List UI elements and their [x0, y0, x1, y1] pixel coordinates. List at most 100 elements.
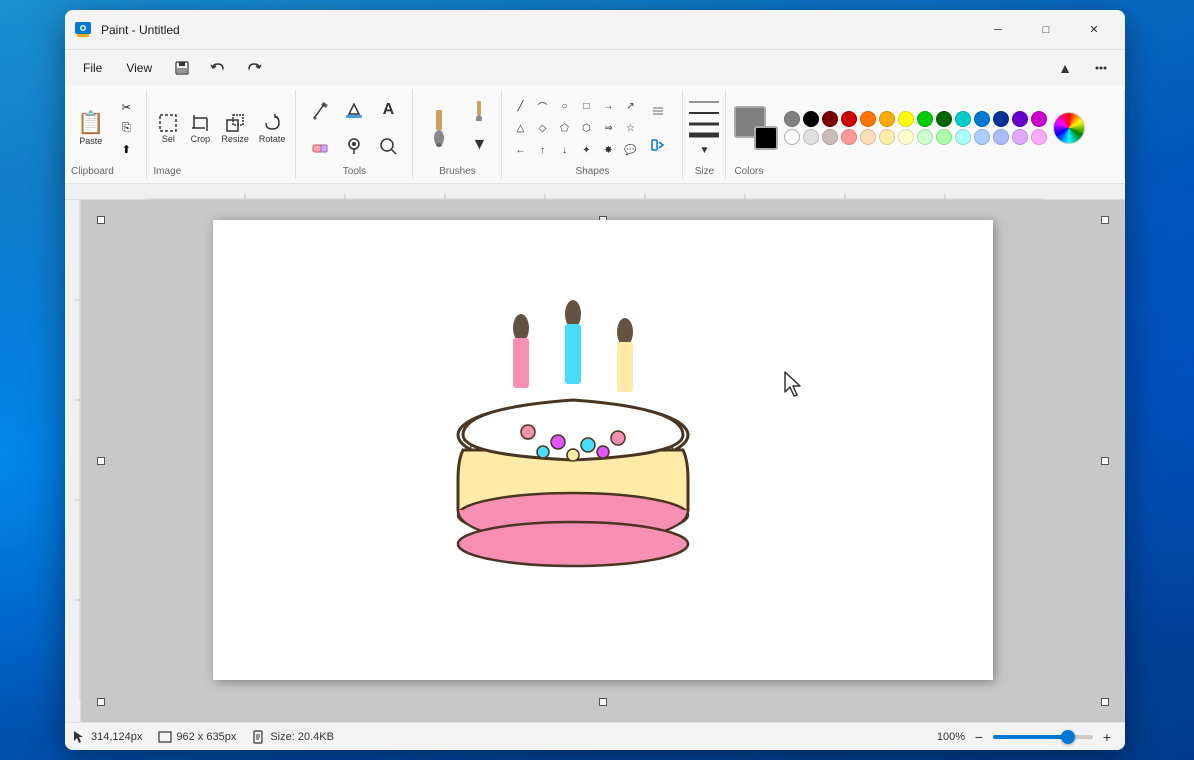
eraser-button[interactable]	[304, 130, 336, 162]
canvas-area[interactable]	[65, 184, 1125, 722]
swatch-cream[interactable]	[898, 129, 914, 145]
swatch-rose[interactable]	[822, 129, 838, 145]
shape-4star[interactable]: ✦	[576, 140, 596, 160]
shape-curve[interactable]: ⌒	[532, 96, 552, 116]
shape-hexagon[interactable]: ⬡	[576, 118, 596, 138]
paste-sm-button[interactable]: ⬆	[112, 139, 140, 159]
swatch-lightmagenta[interactable]	[1031, 129, 1047, 145]
maximize-button[interactable]: □	[1023, 14, 1069, 46]
paste-button[interactable]: 📋 Paste	[71, 106, 110, 150]
shape-callout[interactable]: 💬	[620, 140, 640, 160]
zoom-out-button[interactable]: −	[969, 727, 989, 747]
file-size: Size: 20.4KB	[252, 730, 334, 744]
shape-diamond[interactable]: ◇	[532, 118, 552, 138]
swatch-lightgreen[interactable]	[917, 129, 933, 145]
swatch-purple[interactable]	[1012, 111, 1028, 127]
swatch-black[interactable]	[803, 111, 819, 127]
shape-arrow-right[interactable]: →	[598, 96, 618, 116]
swatch-yellow[interactable]	[898, 111, 914, 127]
swatch-mintgreen[interactable]	[936, 129, 952, 145]
ribbon: 📋 Paste ✂ ⎘ ⬆ Clipboard Sel	[65, 86, 1125, 184]
handle-right[interactable]	[1101, 457, 1109, 465]
ribbon-collapse-button[interactable]: ▲	[1049, 54, 1081, 82]
swatch-lightcyan[interactable]	[955, 129, 971, 145]
handle-top-left[interactable]	[97, 216, 105, 224]
swatch-peach[interactable]	[860, 129, 876, 145]
more-options-button[interactable]	[1085, 54, 1117, 82]
shapes-dropdown[interactable]	[642, 95, 674, 127]
save-icon-button[interactable]	[166, 54, 198, 82]
shape-arrow-down[interactable]: ↓	[554, 140, 574, 160]
swatch-teal[interactable]	[955, 111, 971, 127]
color-wheel[interactable]	[1053, 112, 1085, 144]
undo-button[interactable]	[202, 54, 234, 82]
brushes-main-button[interactable]	[419, 100, 459, 156]
canvas-background[interactable]	[81, 200, 1125, 722]
swatch-lightgray[interactable]	[803, 129, 819, 145]
swatch-pink[interactable]	[841, 129, 857, 145]
shape-line[interactable]: ╱	[510, 96, 530, 116]
swatch-red[interactable]	[841, 111, 857, 127]
shape-triangle[interactable]: △	[510, 118, 530, 138]
swatch-darkred[interactable]	[822, 111, 838, 127]
cut-button[interactable]: ✂	[112, 97, 140, 117]
handle-bottom-right[interactable]	[1101, 698, 1109, 706]
swatch-darkgreen[interactable]	[936, 111, 952, 127]
color-picker-button[interactable]	[338, 130, 370, 162]
shape-oval[interactable]: ○	[554, 96, 574, 116]
size-dropdown-button[interactable]: ▼	[689, 143, 719, 159]
shapes-more[interactable]	[642, 129, 674, 161]
redo-button[interactable]	[238, 54, 270, 82]
shape-arrow-diagonal[interactable]: ↗	[620, 96, 640, 116]
swatch-gray[interactable]	[784, 111, 800, 127]
swatch-magenta[interactable]	[1031, 111, 1047, 127]
swatch-green[interactable]	[917, 111, 933, 127]
handle-bottom[interactable]	[599, 698, 607, 706]
swatch-lightyellow[interactable]	[879, 129, 895, 145]
swatch-periwinkle[interactable]	[993, 129, 1009, 145]
color2-swatch[interactable]	[754, 126, 778, 150]
minimize-button[interactable]: ─	[975, 14, 1021, 46]
shape-6star[interactable]: ✸	[598, 140, 618, 160]
handle-top-right[interactable]	[1101, 216, 1109, 224]
copy-button[interactable]: ⎘	[112, 118, 140, 138]
resize-button[interactable]: Resize	[217, 110, 253, 146]
handle-bottom-left[interactable]	[97, 698, 105, 706]
filesize-icon	[252, 730, 266, 744]
close-button[interactable]: ✕	[1071, 14, 1117, 46]
zoom-in-button[interactable]: +	[1097, 727, 1117, 747]
drawing-canvas[interactable]	[213, 220, 993, 680]
zoom-thumb[interactable]	[1061, 730, 1075, 744]
shape-arrow-left[interactable]: ←	[510, 140, 530, 160]
handle-left[interactable]	[97, 457, 105, 465]
menu-view[interactable]: View	[116, 57, 162, 79]
fill-button[interactable]	[338, 94, 370, 126]
brush-options-button[interactable]: ▼	[463, 129, 495, 161]
swatch-blue[interactable]	[974, 111, 990, 127]
pencil-button[interactable]	[304, 94, 336, 126]
app-icon	[73, 20, 93, 40]
select-button[interactable]: Sel	[153, 110, 183, 146]
shape-arrow-up[interactable]: ↑	[532, 140, 552, 160]
rotate-button[interactable]: Rotate	[255, 110, 290, 146]
cursor-icon	[73, 730, 87, 744]
swatch-darkblue[interactable]	[993, 111, 1009, 127]
paste-label: Paste	[79, 136, 102, 146]
paste-icon: 📋	[77, 110, 104, 136]
magnifier-button[interactable]	[372, 130, 404, 162]
swatch-lavender[interactable]	[1012, 129, 1028, 145]
image-label: Image	[153, 164, 289, 177]
brush-dropdown-button[interactable]	[463, 95, 495, 127]
shape-pentagon[interactable]: ⬠	[554, 118, 574, 138]
shape-right-arrow-fill[interactable]: ⇒	[598, 118, 618, 138]
text-button[interactable]: A	[372, 94, 404, 126]
zoom-slider[interactable]	[993, 735, 1093, 739]
menu-file[interactable]: File	[73, 57, 112, 79]
swatch-amber[interactable]	[879, 111, 895, 127]
shape-rect[interactable]: □	[576, 96, 596, 116]
swatch-white[interactable]	[784, 129, 800, 145]
swatch-lightblue[interactable]	[974, 129, 990, 145]
swatch-orange[interactable]	[860, 111, 876, 127]
crop-button[interactable]: Crop	[185, 110, 215, 146]
shape-star[interactable]: ☆	[620, 118, 640, 138]
